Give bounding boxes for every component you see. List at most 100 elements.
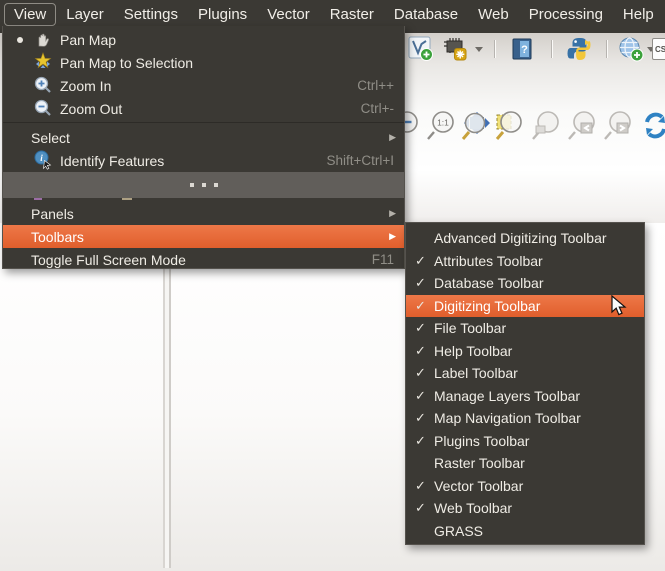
submenu-arrow-icon: ▶: [389, 231, 396, 242]
refresh-button[interactable]: [637, 108, 665, 144]
submenu-item-label: Map Navigation Toolbar: [434, 410, 581, 426]
menubar-item-help[interactable]: Help: [613, 3, 664, 26]
menu-item-label: Toggle Full Screen Mode: [31, 252, 186, 268]
submenu-item-attributes-toolbar[interactable]: ✓ Attributes Toolbar: [406, 250, 644, 273]
toolbars-submenu: Advanced Digitizing Toolbar ✓ Attributes…: [405, 222, 645, 545]
menu-item-label: Identify Features: [60, 153, 164, 169]
web-plugins-button[interactable]: [617, 35, 645, 63]
submenu-item-label-toolbar[interactable]: ✓ Label Toolbar: [406, 362, 644, 385]
csw-label: CSW: [655, 45, 665, 54]
zoom-to-selection-icon: [493, 109, 527, 143]
submenu-item-database-toolbar[interactable]: ✓ Database Toolbar: [406, 272, 644, 295]
refresh-icon: [638, 109, 665, 143]
menu-item-shortcut: F11: [372, 252, 394, 267]
menubar-item-processing[interactable]: Processing: [519, 3, 613, 26]
menu-item-label: Toolbars: [31, 229, 84, 245]
menubar-item-view[interactable]: View: [4, 3, 56, 26]
menubar-item-raster[interactable]: Raster: [320, 3, 384, 26]
radio-indicator: [17, 37, 23, 43]
svg-text:1:1: 1:1: [437, 118, 449, 128]
metasearch-csw-icon[interactable]: CSW: [652, 38, 665, 60]
submenu-item-label: Digitizing Toolbar: [434, 298, 540, 314]
submenu-item-label: Advanced Digitizing Toolbar: [434, 230, 607, 246]
zoom-last-icon: [566, 109, 600, 143]
zoom-native-button[interactable]: 1:1: [424, 108, 460, 144]
submenu-arrow-icon: ▶: [389, 132, 396, 143]
menu-item-label: Zoom Out: [60, 101, 122, 117]
overflow-dot: [190, 183, 194, 187]
python-icon: [566, 36, 592, 62]
submenu-item-advanced-digitizing-toolbar[interactable]: Advanced Digitizing Toolbar: [406, 227, 644, 250]
help-contents-button[interactable]: ?: [508, 35, 536, 63]
menu-item-label: Panels: [31, 206, 74, 222]
pan-hand-icon: [33, 29, 53, 49]
check-icon: ✓: [415, 388, 434, 404]
panel-splitter[interactable]: [163, 240, 171, 568]
submenu-item-grass[interactable]: GRASS: [406, 520, 644, 543]
zoom-to-selection-button[interactable]: [492, 108, 528, 144]
web-globe-icon: [618, 36, 644, 62]
submenu-item-vector-toolbar[interactable]: ✓ Vector Toolbar: [406, 475, 644, 498]
submenu-item-label: Database Toolbar: [434, 275, 543, 291]
menu-item-toggle-fullscreen[interactable]: Toggle Full Screen Mode F11: [3, 248, 404, 271]
check-icon: ✓: [415, 298, 434, 314]
menu-item-select[interactable]: Select ▶: [3, 126, 404, 149]
menubar-item-database[interactable]: Database: [384, 3, 468, 26]
menubar-item-layer[interactable]: Layer: [56, 3, 114, 26]
new-shapefile-icon: [408, 36, 434, 62]
menu-item-panels[interactable]: Panels ▶: [3, 202, 404, 225]
menubar-item-plugins[interactable]: Plugins: [188, 3, 257, 26]
view-menu-dropdown: Pan Map Pan Map to Selection Zoom In Ctr…: [2, 26, 405, 269]
menubar-item-settings[interactable]: Settings: [114, 3, 188, 26]
menubar-item-web[interactable]: Web: [468, 3, 519, 26]
submenu-item-label: Raster Toolbar: [434, 455, 525, 471]
submenu-item-label: File Toolbar: [434, 320, 506, 336]
processing-chip-icon: [442, 36, 468, 62]
menu-item-pan-map-to-selection[interactable]: Pan Map to Selection: [3, 51, 404, 74]
submenu-item-file-toolbar[interactable]: ✓ File Toolbar: [406, 317, 644, 340]
new-shapefile-layer-button[interactable]: [407, 35, 435, 63]
menu-overflow-indicator[interactable]: [3, 172, 404, 198]
menu-item-label: Select: [31, 130, 70, 146]
menu-item-toolbars[interactable]: Toolbars ▶: [3, 225, 404, 248]
submenu-item-manage-layers-toolbar[interactable]: ✓ Manage Layers Toolbar: [406, 385, 644, 408]
clipped-icon-fragment: [34, 198, 42, 200]
submenu-item-web-toolbar[interactable]: ✓ Web Toolbar: [406, 497, 644, 520]
menu-item-zoom-in[interactable]: Zoom In Ctrl++: [3, 74, 404, 97]
menu-item-zoom-out[interactable]: Zoom Out Ctrl+-: [3, 97, 404, 120]
menu-item-identify-features[interactable]: i Identify Features Shift+Ctrl+I: [3, 149, 404, 172]
zoom-out-icon: [33, 98, 53, 118]
identify-features-icon: i: [33, 150, 53, 170]
check-icon: ✓: [415, 253, 434, 269]
zoom-full-button[interactable]: [459, 108, 495, 144]
submenu-item-plugins-toolbar[interactable]: ✓ Plugins Toolbar: [406, 430, 644, 453]
zoom-in-icon: [33, 75, 53, 95]
check-icon: ✓: [415, 433, 434, 449]
zoom-next-icon: [602, 109, 636, 143]
submenu-item-label: Label Toolbar: [434, 365, 518, 381]
submenu-arrow-icon: ▶: [389, 208, 396, 219]
submenu-item-digitizing-toolbar[interactable]: ✓ Digitizing Toolbar: [406, 295, 644, 318]
submenu-item-label: Plugins Toolbar: [434, 433, 529, 449]
submenu-item-raster-toolbar[interactable]: Raster Toolbar: [406, 452, 644, 475]
toolbar-separator: [606, 40, 608, 58]
menu-item-label: Pan Map: [60, 32, 116, 48]
processing-dropdown-arrow-icon[interactable]: [475, 47, 483, 52]
zoom-last-button[interactable]: [565, 108, 601, 144]
zoom-to-layer-button[interactable]: [529, 108, 565, 144]
menu-item-shortcut: Shift+Ctrl+I: [326, 153, 394, 168]
menu-item-pan-map[interactable]: Pan Map: [3, 28, 404, 51]
zoom-native-icon: 1:1: [425, 109, 459, 143]
overflow-dot: [214, 183, 218, 187]
submenu-item-label: Manage Layers Toolbar: [434, 388, 580, 404]
python-console-button[interactable]: [565, 35, 593, 63]
processing-toolbox-button[interactable]: [441, 35, 469, 63]
menu-item-label: Zoom In: [60, 78, 111, 94]
check-icon: ✓: [415, 365, 434, 381]
zoom-next-button[interactable]: [601, 108, 637, 144]
help-book-icon: ?: [509, 36, 535, 62]
submenu-item-help-toolbar[interactable]: ✓ Help Toolbar: [406, 340, 644, 363]
menubar-item-vector[interactable]: Vector: [257, 3, 320, 26]
mouse-cursor: [610, 295, 630, 317]
submenu-item-map-navigation-toolbar[interactable]: ✓ Map Navigation Toolbar: [406, 407, 644, 430]
